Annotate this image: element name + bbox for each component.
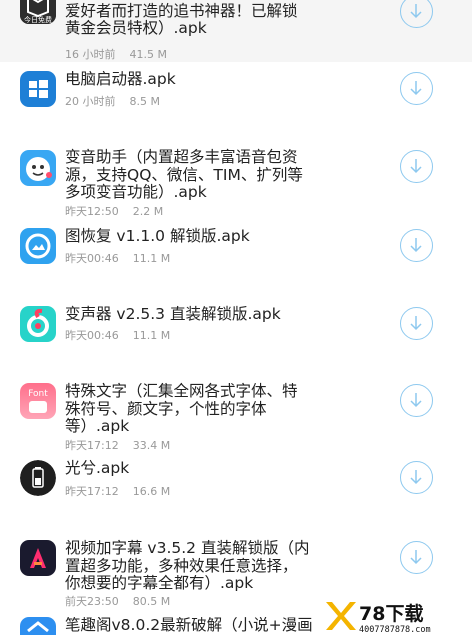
file-time: 20 小时前 bbox=[65, 95, 116, 108]
file-size: 80.5 M bbox=[132, 595, 171, 608]
svg-text:Font: Font bbox=[28, 389, 48, 399]
download-button[interactable] bbox=[400, 0, 433, 28]
list-item[interactable]: 光兮.apk 昨天17:12 16.6 M bbox=[0, 457, 472, 537]
file-name: 笔趣阁v8.0.2最新破解（小说+漫画 bbox=[65, 617, 313, 634]
list-item[interactable]: 今日免费 免费追书 v7.6.0 解锁版（专为小说 爱好者而打造的追书神器！已解… bbox=[0, 0, 472, 62]
download-arrow-icon bbox=[410, 550, 422, 565]
download-button[interactable] bbox=[400, 307, 433, 340]
download-button[interactable] bbox=[400, 461, 433, 494]
file-meta: 前天23:50 80.5 M bbox=[65, 593, 170, 609]
file-time: 昨天17:12 bbox=[65, 439, 119, 452]
file-size: 8.5 M bbox=[129, 95, 160, 108]
file-meta: 16 小时前 41.5 M bbox=[65, 46, 167, 62]
file-time: 16 小时前 bbox=[65, 48, 116, 61]
download-arrow-icon bbox=[410, 238, 422, 253]
file-time: 昨天17:12 bbox=[65, 485, 119, 498]
file-size: 11.1 M bbox=[132, 329, 171, 342]
battery-app-icon bbox=[20, 460, 56, 496]
file-time: 昨天12:50 bbox=[65, 205, 119, 218]
file-meta: 昨天00:46 11.1 M bbox=[65, 327, 170, 343]
file-name: 变音助手（内置超多丰富语音包资 源，支持QQ、微信、TIM、扩列等 多项变音功能… bbox=[65, 148, 303, 201]
file-size: 2.2 M bbox=[132, 205, 164, 218]
download-button[interactable] bbox=[400, 384, 433, 417]
biquge-app-icon bbox=[20, 617, 56, 635]
file-name: 图恢复 v1.1.0 解锁版.apk bbox=[65, 227, 250, 245]
list-item[interactable]: 变声器 v2.5.3 直装解锁版.apk 昨天00:46 11.1 M bbox=[0, 302, 472, 382]
windows-launcher-icon bbox=[20, 71, 56, 107]
site-watermark: 78下载 4007787878.com bbox=[322, 598, 472, 635]
file-size: 41.5 M bbox=[129, 48, 167, 61]
file-list: 今日免费 免费追书 v7.6.0 解锁版（专为小说 爱好者而打造的追书神器！已解… bbox=[0, 0, 472, 635]
file-time: 前天23:50 bbox=[65, 595, 119, 608]
file-meta: 昨天17:12 16.6 M bbox=[65, 483, 170, 499]
file-size: 11.1 M bbox=[132, 252, 171, 265]
voice-changer-swirl-icon bbox=[20, 306, 56, 342]
file-name: 变声器 v2.5.3 直装解锁版.apk bbox=[65, 305, 281, 323]
download-arrow-icon bbox=[410, 159, 422, 174]
file-meta: 昨天12:50 2.2 M bbox=[65, 203, 163, 219]
file-name: 特殊文字（汇集全网各式字体、特 殊符号、颜文字，个性的字体 等）.apk bbox=[65, 382, 298, 435]
list-item[interactable]: 图恢复 v1.1.0 解锁版.apk 昨天00:46 11.1 M bbox=[0, 222, 472, 302]
file-name: 免费追书 v7.6.0 解锁版（专为小说 爱好者而打造的追书神器！已解锁 黄金会… bbox=[65, 0, 309, 37]
file-name: 光兮.apk bbox=[65, 459, 130, 477]
download-arrow-icon bbox=[410, 393, 422, 408]
download-arrow-icon bbox=[410, 470, 422, 485]
download-arrow-icon bbox=[410, 316, 422, 331]
watermark-logo-icon: 78下载 4007787878.com bbox=[322, 598, 472, 635]
svg-text:78下载: 78下载 bbox=[359, 602, 423, 625]
list-item[interactable]: 变音助手（内置超多丰富语音包资 源，支持QQ、微信、TIM、扩列等 多项变音功能… bbox=[0, 142, 472, 222]
file-size: 16.6 M bbox=[132, 485, 171, 498]
svg-text:今日免费: 今日免费 bbox=[24, 15, 52, 24]
download-button[interactable] bbox=[400, 541, 433, 574]
file-time: 昨天00:46 bbox=[65, 252, 119, 265]
file-time: 昨天00:46 bbox=[65, 329, 119, 342]
subtitle-app-icon bbox=[20, 540, 56, 576]
download-button[interactable] bbox=[400, 72, 433, 105]
file-name: 视频加字幕 v3.5.2 直装解锁版（内 置超多功能，多种效果任意选择， 你想要… bbox=[65, 539, 310, 592]
download-arrow-icon bbox=[410, 4, 422, 19]
svg-text:4007787878.com: 4007787878.com bbox=[359, 625, 431, 635]
file-meta: 20 小时前 8.5 M bbox=[65, 93, 160, 109]
download-arrow-icon bbox=[410, 81, 422, 96]
download-button[interactable] bbox=[400, 229, 433, 262]
file-meta: 昨天00:46 11.1 M bbox=[65, 250, 170, 266]
list-item[interactable]: Font 特殊文字（汇集全网各式字体、特 殊符号、颜文字，个性的字体 等）.ap… bbox=[0, 382, 472, 457]
download-button[interactable] bbox=[400, 150, 433, 183]
font-app-icon: Font bbox=[20, 383, 56, 419]
list-item[interactable]: 电脑启动器.apk 20 小时前 8.5 M bbox=[0, 62, 472, 142]
book-app-icon: 今日免费 bbox=[20, 0, 56, 24]
file-size: 33.4 M bbox=[132, 439, 171, 452]
file-name: 电脑启动器.apk bbox=[65, 70, 176, 88]
voice-changer-face-icon bbox=[20, 150, 56, 186]
photo-recovery-icon bbox=[20, 228, 56, 264]
file-meta: 昨天17:12 33.4 M bbox=[65, 437, 170, 453]
